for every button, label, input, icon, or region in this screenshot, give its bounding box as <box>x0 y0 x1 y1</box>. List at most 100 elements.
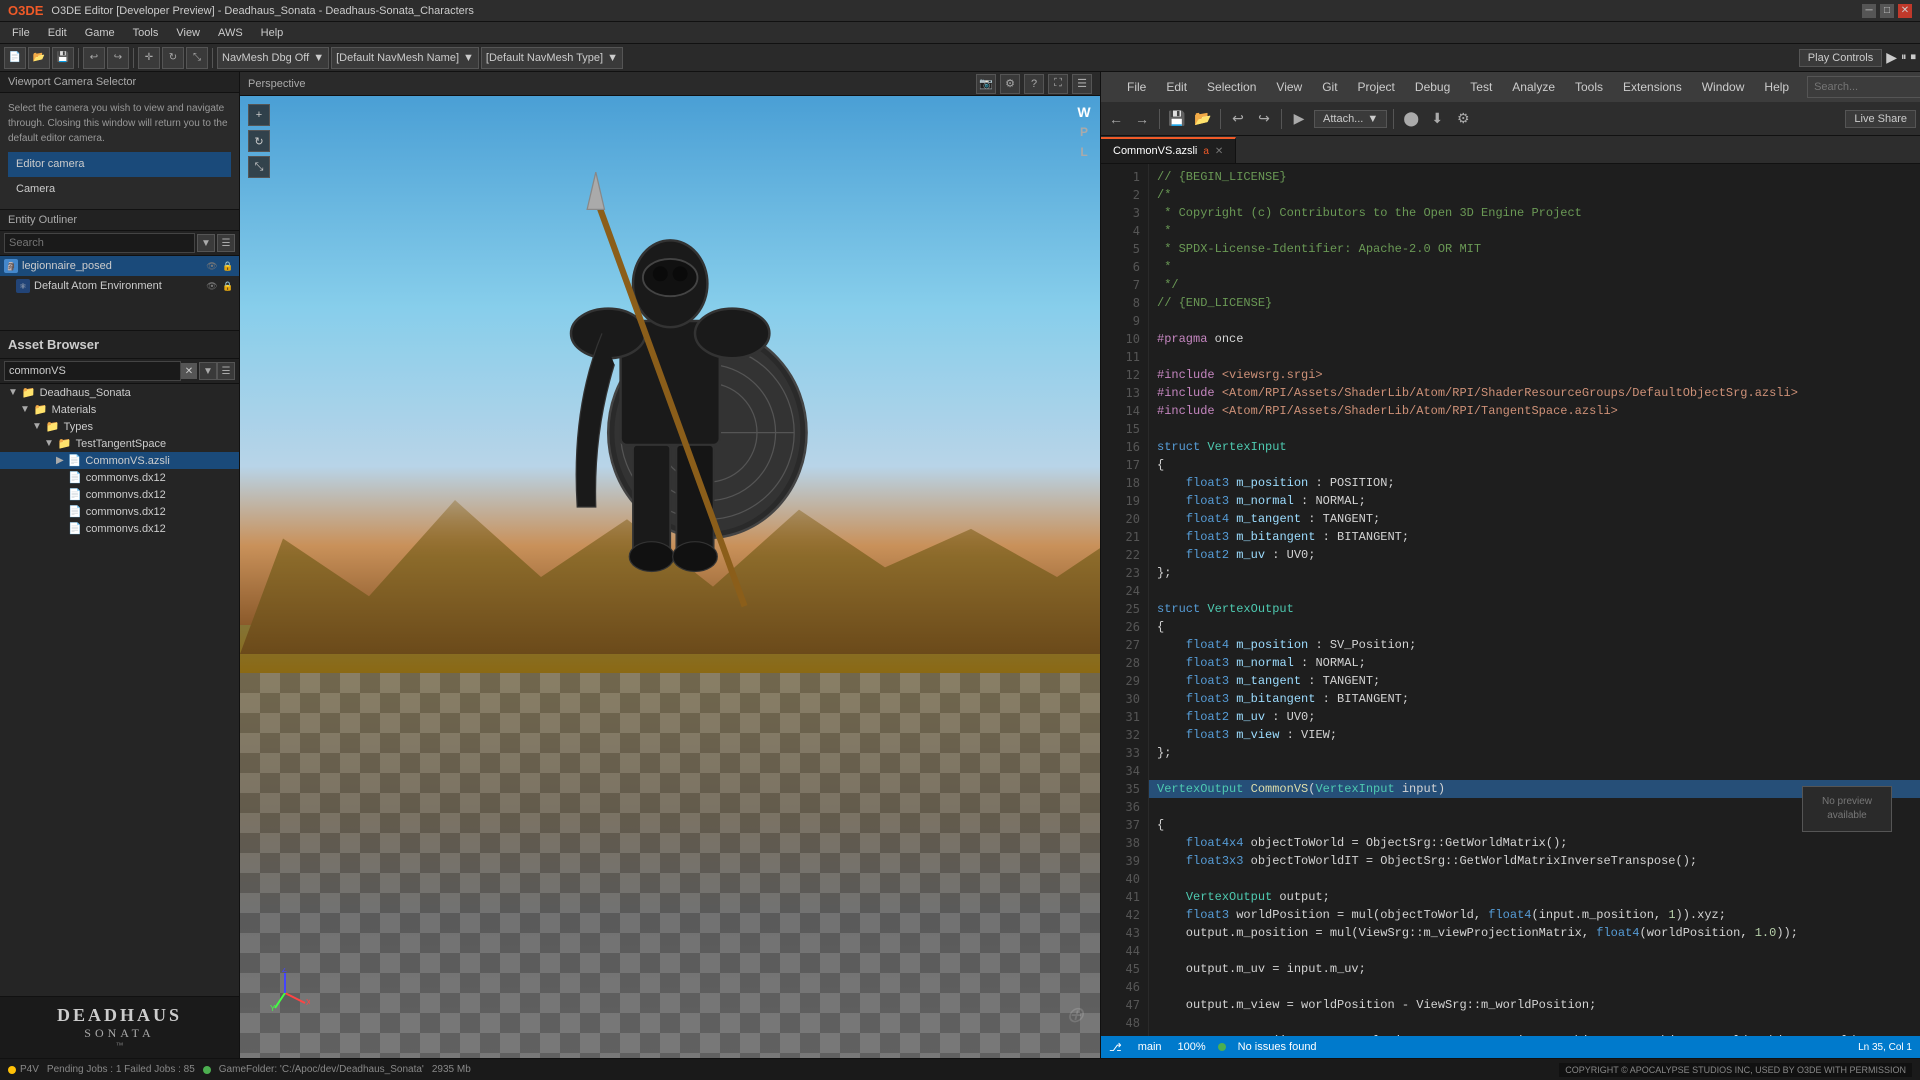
vscode-open-btn[interactable]: 📂 <box>1192 108 1214 130</box>
vscode-menu-view[interactable]: View <box>1266 72 1312 102</box>
viewport[interactable]: Perspective 📷 ⚙ ? ⛶ ☰ <box>240 72 1100 1058</box>
tree-commonvs-dx12-3[interactable]: 📄 commonvs.dx12 <box>0 503 239 520</box>
vscode-menu-help[interactable]: Help <box>1754 72 1799 102</box>
open-btn[interactable]: 📂 <box>28 47 50 69</box>
vscode-menu-git[interactable]: Git <box>1312 72 1347 102</box>
vscode-save-all-btn[interactable]: 💾 <box>1166 108 1188 130</box>
code-content[interactable]: // {BEGIN_LICENSE} /* * Copyright (c) Co… <box>1149 164 1920 1036</box>
vscode-menu-window[interactable]: Window <box>1692 72 1755 102</box>
viewport-settings-btn[interactable]: ⚙ <box>1000 74 1020 94</box>
vscode-menu-extensions[interactable]: Extensions <box>1613 72 1692 102</box>
navmesh-type-dropdown[interactable]: [Default NavMesh Type] ▼ <box>481 47 623 69</box>
redo-btn[interactable]: ↪ <box>107 47 129 69</box>
vp-rotate-btn[interactable]: ↻ <box>248 130 270 152</box>
asset-search-input[interactable] <box>4 361 181 381</box>
entity-lock-btn[interactable]: 🔒 <box>221 259 235 273</box>
viewport-help-btn[interactable]: ? <box>1024 74 1044 94</box>
asset-browser: Asset Browser ✕ ▼ ☰ ▼ 📁 Deadhaus_Sonata <box>0 330 239 996</box>
camera-item[interactable]: Camera <box>8 177 231 202</box>
tab-close-commonvs[interactable]: ✕ <box>1215 146 1223 157</box>
undo-btn[interactable]: ↩ <box>83 47 105 69</box>
asset-search-clear[interactable]: ✕ <box>181 363 197 379</box>
menu-game[interactable]: Game <box>77 25 123 41</box>
deadhaus-logo: DEADHAUS SONATA ™ <box>0 996 239 1058</box>
tree-deadhaus-sonata[interactable]: ▼ 📁 Deadhaus_Sonata <box>0 384 239 401</box>
menu-file[interactable]: File <box>4 25 38 41</box>
play-controls-label[interactable]: Play Controls <box>1799 49 1882 67</box>
vscode-menu-tools[interactable]: Tools <box>1565 72 1613 102</box>
tree-testtangentspace[interactable]: ▼ 📁 TestTangentSpace <box>0 435 239 452</box>
new-btn[interactable]: 📄 <box>4 47 26 69</box>
menu-edit[interactable]: Edit <box>40 25 75 41</box>
save-btn[interactable]: 💾 <box>52 47 74 69</box>
vscode-menu-debug[interactable]: Debug <box>1405 72 1460 102</box>
asset-tree: ▼ 📁 Deadhaus_Sonata ▼ 📁 Materials ▼ 📁 <box>0 384 239 996</box>
viewport-camera-btn[interactable]: 📷 <box>976 74 996 94</box>
maximize-button[interactable]: □ <box>1880 4 1894 18</box>
vscode-search-input[interactable] <box>1807 76 1920 98</box>
viewport-3d[interactable]: + ↻ ⤡ W P L X Y <box>240 96 1100 1058</box>
vp-add-btn[interactable]: + <box>248 104 270 126</box>
minimize-button[interactable]: ─ <box>1862 4 1876 18</box>
tree-commonvs-dx12-2[interactable]: 📄 commonvs.dx12 <box>0 486 239 503</box>
filter-btn[interactable]: ▼ <box>197 234 215 252</box>
vscode-zoom[interactable]: 100% <box>1178 1041 1206 1053</box>
expand-icon-commonvs: ▶ <box>56 455 64 466</box>
vscode-settings-btn[interactable]: ⚙ <box>1452 108 1474 130</box>
close-button[interactable]: ✕ <box>1898 4 1912 18</box>
list-view-btn[interactable]: ☰ <box>217 234 235 252</box>
vscode-menu-edit[interactable]: Edit <box>1156 72 1197 102</box>
vscode-menu-analyze[interactable]: Analyze <box>1502 72 1565 102</box>
vscode-redo-btn[interactable]: ↪ <box>1253 108 1275 130</box>
tab-commonvs[interactable]: CommonVS.azsli a ✕ <box>1101 137 1236 163</box>
status-game-folder: GameFolder: 'C:/Apoc/dev/Deadhaus_Sonata… <box>219 1064 424 1075</box>
vscode-menu-test[interactable]: Test <box>1460 72 1502 102</box>
vscode-undo-btn[interactable]: ↩ <box>1227 108 1249 130</box>
entity-atom-lock-btn[interactable]: 🔒 <box>221 279 235 293</box>
vscode-status-left: 100% No issues found <box>1178 1041 1317 1053</box>
vscode-breakpoint-btn[interactable]: ⬤ <box>1400 108 1422 130</box>
camera-selector-content: Select the camera you wish to view and n… <box>0 93 239 209</box>
tree-commonvs[interactable]: ▶ 📄 CommonVS.azsli <box>0 452 239 469</box>
menu-help[interactable]: Help <box>253 25 292 41</box>
tree-commonvs-dx12-4[interactable]: 📄 commonvs.dx12 <box>0 520 239 537</box>
menu-tools[interactable]: Tools <box>125 25 167 41</box>
vscode-menu-selection[interactable]: Selection <box>1197 72 1266 102</box>
navmesh-debug-dropdown[interactable]: NavMesh Dbg Off ▼ <box>217 47 329 69</box>
menu-view[interactable]: View <box>168 25 208 41</box>
play-button[interactable]: ▶ <box>1886 49 1897 66</box>
attach-button[interactable]: Attach... ▼ <box>1314 110 1387 128</box>
entity-legionnaire[interactable]: 🗿 legionnaire_posed 👁 🔒 <box>0 256 239 276</box>
vscode-run-btn[interactable]: ▶ <box>1288 108 1310 130</box>
editor-camera-item[interactable]: Editor camera <box>8 152 231 177</box>
play-pause-button[interactable]: ⏸ <box>1901 51 1907 64</box>
asset-view-btn[interactable]: ☰ <box>217 362 235 380</box>
menu-aws[interactable]: AWS <box>210 25 251 41</box>
svg-text:Z: Z <box>282 968 287 974</box>
navmesh-name-dropdown[interactable]: [Default NavMesh Name] ▼ <box>331 47 479 69</box>
vscode-back-btn[interactable]: ← <box>1105 108 1127 130</box>
tree-types[interactable]: ▼ 📁 Types <box>0 418 239 435</box>
entity-atom-visible-btn[interactable]: 👁 <box>205 279 219 293</box>
stop-button[interactable]: ⏹ <box>1911 51 1917 64</box>
asset-filter-btn[interactable]: ▼ <box>199 362 217 380</box>
vp-scale-btn[interactable]: ⤡ <box>248 156 270 178</box>
viewport-menu-btn[interactable]: ☰ <box>1072 74 1092 94</box>
tree-label-types: Types <box>64 421 93 433</box>
viewport-fullscreen-btn[interactable]: ⛶ <box>1048 74 1068 94</box>
tree-materials[interactable]: ▼ 📁 Materials <box>0 401 239 418</box>
vscode-menu-file[interactable]: File <box>1117 72 1156 102</box>
entity-default-atom[interactable]: ⚛ Default Atom Environment 👁 🔒 <box>0 276 239 296</box>
scale-btn[interactable]: ⤡ <box>186 47 208 69</box>
entity-visible-btn[interactable]: 👁 <box>205 259 219 273</box>
code-editor[interactable]: 12345 678910 1112131415 1617181920 21222… <box>1101 164 1920 1036</box>
tree-commonvs-dx12-1[interactable]: 📄 commonvs.dx12 <box>0 469 239 486</box>
entity-search-input[interactable] <box>4 233 195 253</box>
move-btn[interactable]: ✛ <box>138 47 160 69</box>
rotate-btn[interactable]: ↻ <box>162 47 184 69</box>
vscode-forward-btn[interactable]: → <box>1131 108 1153 130</box>
vscode-menu-project[interactable]: Project <box>1348 72 1405 102</box>
vp-label-p: P <box>1076 124 1092 140</box>
live-share-button[interactable]: Live Share <box>1845 110 1916 128</box>
vscode-step-btn[interactable]: ⬇ <box>1426 108 1448 130</box>
